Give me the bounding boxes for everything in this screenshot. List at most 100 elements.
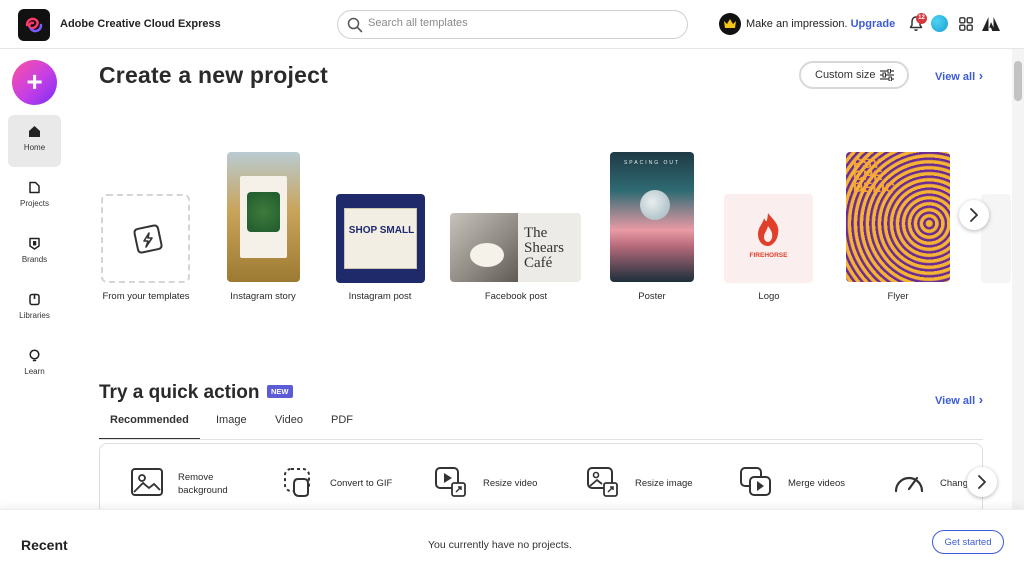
adobe-icon[interactable] xyxy=(982,16,1000,32)
poster-tile[interactable]: SPACING OUT xyxy=(610,152,694,282)
action-label: Remove background xyxy=(178,472,228,496)
project-label: Logo xyxy=(758,291,780,302)
sidebar-item-home[interactable]: Home xyxy=(8,115,61,167)
action-resize-image[interactable]: Resize image xyxy=(587,465,712,503)
notification-count-badge: 12 xyxy=(916,13,927,24)
change-speed-icon xyxy=(894,476,924,493)
sidebar: + Home Projects Brands Libraries Learn xyxy=(0,49,68,509)
instagram-post-tile[interactable]: SHOP SMALL xyxy=(336,194,425,283)
sidebar-item-projects[interactable]: Projects xyxy=(8,171,61,223)
action-remove-background[interactable]: Remove background xyxy=(130,465,255,503)
action-change-speed[interactable]: Chang xyxy=(892,465,967,503)
action-merge-videos[interactable]: Merge videos xyxy=(740,465,865,503)
action-convert-to-gif[interactable]: Convert to GIF xyxy=(282,465,407,503)
recent-empty-message: You currently have no projects. xyxy=(428,539,572,551)
sidebar-item-learn[interactable]: Learn xyxy=(8,339,61,391)
poster-art-text: SPACING OUT xyxy=(623,160,681,166)
from-templates-tile[interactable] xyxy=(101,194,190,283)
premium-crown-badge[interactable] xyxy=(719,13,741,35)
tab-pdf[interactable]: PDF xyxy=(331,414,353,440)
create-view-all-link[interactable]: View all xyxy=(935,68,983,83)
quick-actions-view-all-link[interactable]: View all xyxy=(935,392,983,407)
post-art: SHOP SMALL xyxy=(344,208,417,269)
flyer-tile[interactable]: PSY CHE DELIC xyxy=(846,152,950,282)
projects-next-button[interactable] xyxy=(959,200,989,230)
facebook-art-text: The Shears Café xyxy=(524,225,564,271)
moon-image xyxy=(640,190,670,220)
upsell-text: Make an impression. xyxy=(746,18,848,30)
remove-background-icon xyxy=(131,468,163,496)
sidebar-item-label: Brands xyxy=(21,255,48,264)
project-label: Instagram post xyxy=(348,291,412,302)
project-label: Facebook post xyxy=(484,291,548,302)
action-label: Convert to GIF xyxy=(330,478,393,489)
plate-image xyxy=(470,243,504,267)
libraries-icon xyxy=(29,293,40,306)
tabs-divider xyxy=(99,439,983,440)
chevron-right-icon xyxy=(978,475,986,489)
search-input[interactable] xyxy=(368,17,668,29)
merge-videos-icon xyxy=(740,467,771,496)
scrollbar-thumb[interactable] xyxy=(1014,61,1022,101)
action-label: Resize image xyxy=(635,478,693,489)
upsell-message: Make an impression. Upgrade xyxy=(746,18,895,30)
leaf-image xyxy=(247,192,280,232)
get-started-button[interactable]: Get started xyxy=(932,530,1004,554)
project-label: Instagram story xyxy=(230,291,296,302)
page-scrollbar[interactable] xyxy=(1012,49,1024,509)
sidebar-item-libraries[interactable]: Libraries xyxy=(8,283,61,335)
project-label: Flyer xyxy=(887,291,909,302)
app-title: Adobe Creative Cloud Express xyxy=(60,18,221,30)
logo-tile[interactable]: FIREHORSE xyxy=(724,194,813,283)
sidebar-item-label: Projects xyxy=(20,199,49,208)
action-resize-video[interactable]: Resize video xyxy=(435,465,560,503)
user-avatar[interactable] xyxy=(931,15,948,32)
action-label: Resize video xyxy=(483,478,538,489)
upgrade-link[interactable]: Upgrade xyxy=(851,18,896,30)
tab-image[interactable]: Image xyxy=(216,414,247,440)
quick-actions-next-button[interactable] xyxy=(967,467,997,497)
project-label: Poster xyxy=(638,291,666,302)
apps-grid-icon[interactable] xyxy=(959,17,973,31)
logo-art-text: FIREHORSE xyxy=(749,252,788,259)
recent-bar: Recent You currently have no projects. G… xyxy=(0,509,1024,576)
sidebar-item-label: Home xyxy=(23,143,46,152)
top-bar: Adobe Creative Cloud Express Make an imp… xyxy=(0,0,1024,49)
create-section-title: Create a new project xyxy=(99,62,328,88)
new-badge: NEW xyxy=(267,385,293,398)
brands-icon xyxy=(29,237,40,250)
custom-size-label: Custom size xyxy=(815,69,876,81)
resize-image-icon xyxy=(587,467,618,497)
project-label: From your templates xyxy=(102,291,190,302)
convert-gif-icon xyxy=(284,468,310,497)
post-art-text: SHOP SMALL xyxy=(348,225,415,236)
tab-recommended[interactable]: Recommended xyxy=(99,414,200,440)
crown-icon xyxy=(724,19,736,28)
story-card-art xyxy=(240,176,287,258)
custom-size-button[interactable]: Custom size xyxy=(799,61,909,89)
action-label: Merge videos xyxy=(788,478,846,489)
home-icon xyxy=(29,126,40,137)
flyer-art-text: PSY CHE DELIC xyxy=(853,155,895,195)
flame-horse-icon xyxy=(758,213,779,246)
learn-icon xyxy=(29,349,40,362)
recent-title: Recent xyxy=(21,537,68,553)
cc-express-logo-icon xyxy=(25,17,43,33)
sidebar-item-brands[interactable]: Brands xyxy=(8,227,61,279)
instagram-story-tile[interactable] xyxy=(227,152,300,282)
search-icon xyxy=(347,17,363,33)
quick-actions-title: Try a quick action xyxy=(99,382,260,403)
search-bar[interactable] xyxy=(337,10,688,39)
sliders-icon xyxy=(880,69,894,81)
tab-video[interactable]: Video xyxy=(275,414,303,440)
chevron-right-icon xyxy=(970,208,978,222)
plus-icon: + xyxy=(26,66,43,97)
templates-icon xyxy=(133,224,163,254)
sidebar-item-label: Libraries xyxy=(19,311,50,320)
resize-video-icon xyxy=(435,467,466,497)
sidebar-item-label: Learn xyxy=(24,367,45,376)
cc-express-logo[interactable] xyxy=(18,9,50,41)
create-new-button[interactable]: + xyxy=(12,60,57,105)
food-photo xyxy=(450,213,518,282)
facebook-post-tile[interactable]: The Shears Café xyxy=(450,213,581,282)
